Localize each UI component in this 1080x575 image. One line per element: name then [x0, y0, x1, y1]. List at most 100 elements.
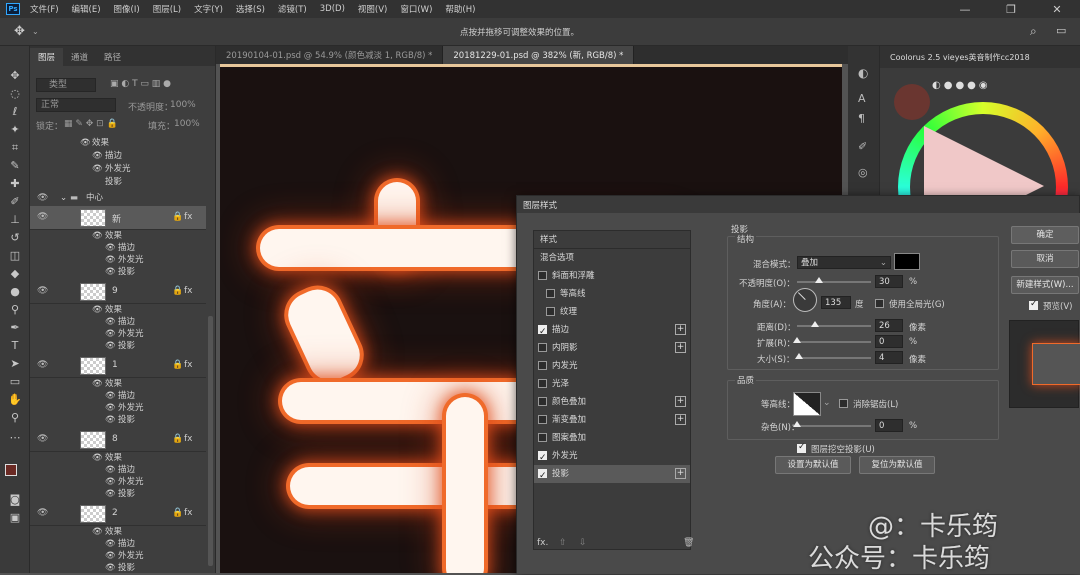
distance-input[interactable]: 26 — [875, 319, 903, 332]
distance-slider[interactable] — [797, 321, 871, 327]
style-contour[interactable]: 等高线 — [534, 285, 690, 303]
blur-tool-icon[interactable]: ● — [7, 284, 23, 300]
lock-icons[interactable]: ▦ ✎ ✥ ⊡ 🔒 — [64, 119, 118, 129]
angle-input[interactable]: 135 — [821, 296, 851, 309]
opacity-value[interactable]: 100% — [170, 100, 196, 110]
menu-filter[interactable]: 滤镜(T) — [278, 3, 307, 15]
tab-layers[interactable]: 图层 — [30, 48, 64, 66]
dodge-tool-icon[interactable]: ⚲ — [7, 302, 23, 318]
checkbox[interactable] — [538, 415, 547, 424]
path-select-icon[interactable]: ➤ — [7, 356, 23, 372]
style-bevel-emboss[interactable]: 斜面和浮雕 — [534, 267, 690, 285]
menu-type[interactable]: 文字(Y) — [194, 3, 223, 15]
tab-paths[interactable]: 路径 — [96, 48, 129, 66]
style-satin[interactable]: 光泽 — [534, 375, 690, 393]
blend-options-item[interactable]: 混合选项 — [534, 249, 690, 267]
screen-mode-icon[interactable]: ▣ — [7, 510, 23, 526]
add-icon[interactable]: + — [675, 342, 686, 353]
style-pattern-overlay[interactable]: 图案叠加 — [534, 429, 690, 447]
fx-badge[interactable]: fx — [184, 508, 193, 518]
slider-knob[interactable] — [793, 421, 801, 427]
menu-file[interactable]: 文件(F) — [30, 3, 59, 15]
style-stroke[interactable]: 描边+ — [534, 321, 690, 341]
ok-button[interactable]: 确定 — [1011, 226, 1079, 244]
checkbox[interactable] — [538, 343, 547, 352]
current-color-swatch[interactable] — [894, 84, 930, 120]
style-inner-shadow[interactable]: 内阴影 + — [534, 339, 690, 357]
preview-checkbox[interactable] — [1029, 299, 1038, 310]
restore-button[interactable]: ❐ — [988, 3, 1034, 16]
blend-mode-select[interactable]: 叠加 ⌄ — [797, 256, 891, 269]
noise-slider[interactable] — [793, 421, 871, 427]
eyedropper-icon[interactable]: ✎ — [7, 158, 23, 174]
eye-icon[interactable]: 👁 — [92, 150, 103, 163]
swatch-presets[interactable]: ◐●●●◉ — [932, 80, 1042, 94]
more-tools-icon[interactable]: ⋯ — [7, 430, 23, 446]
move-up-icon[interactable]: ⇧ — [559, 538, 567, 548]
blend-mode-select[interactable]: 正常 — [36, 98, 116, 112]
fx-badge[interactable]: fx — [184, 212, 193, 222]
color-panel-icon[interactable]: ◐ — [858, 66, 868, 80]
checkbox[interactable] — [538, 361, 547, 370]
reset-default-button[interactable]: 复位为默认值 — [859, 456, 935, 474]
paint-bucket-icon[interactable]: ◆ — [7, 266, 23, 282]
crop-tool-icon[interactable]: ⌗ — [7, 140, 23, 156]
eye-icon[interactable]: 👁 — [92, 163, 103, 176]
set-default-button[interactable]: 设置为默认值 — [775, 456, 851, 474]
style-inner-glow[interactable]: 内发光 — [534, 357, 690, 375]
eye-icon[interactable]: 👁 — [105, 266, 116, 279]
chevron-down-icon[interactable]: ⌄ — [823, 398, 831, 408]
style-outer-glow[interactable]: 外发光 — [534, 447, 690, 467]
eye-icon[interactable]: 👁 — [37, 192, 49, 205]
contour-picker[interactable] — [793, 392, 821, 416]
document-tab-active[interactable]: 20181229-01.psd @ 382% (新, RGB/8) * — [443, 46, 635, 64]
menu-edit[interactable]: 编辑(E) — [72, 3, 101, 15]
eye-icon[interactable]: 👁 — [105, 340, 116, 353]
new-style-button[interactable]: 新建样式(W)... — [1011, 276, 1079, 294]
adjust-panel-icon[interactable]: ◎ — [858, 166, 868, 179]
history-brush-icon[interactable]: ↺ — [7, 230, 23, 246]
eraser-icon[interactable]: ◫ — [7, 248, 23, 264]
fill-value[interactable]: 100% — [174, 119, 200, 129]
clone-stamp-icon[interactable]: ⊥ — [7, 212, 23, 228]
workspace-icon[interactable]: ▭ — [1056, 24, 1066, 37]
menu-view[interactable]: 视图(V) — [358, 3, 387, 15]
eye-icon[interactable]: 👁 — [37, 286, 49, 296]
style-drop-shadow[interactable]: 投影+ — [534, 465, 690, 485]
checkbox[interactable] — [546, 307, 555, 316]
tab-channels[interactable]: 通道 — [63, 48, 96, 66]
eye-icon[interactable]: 👁 — [37, 360, 49, 370]
layer-row[interactable]: 👁 新 🔒 fx — [30, 206, 206, 230]
type-tool-icon[interactable]: T — [7, 338, 23, 354]
checkbox[interactable] — [546, 289, 555, 298]
add-icon[interactable]: + — [675, 396, 686, 407]
checkbox[interactable] — [538, 271, 547, 280]
menu-image[interactable]: 图像(I) — [114, 3, 140, 15]
fx-badge[interactable]: fx — [184, 434, 193, 444]
slider-knob[interactable] — [811, 321, 819, 327]
eye-icon[interactable]: 👁 — [105, 488, 116, 501]
layer-row[interactable]: 👁 8 🔒 fx — [30, 428, 206, 452]
lasso-tool-icon[interactable]: ℓ — [7, 104, 23, 120]
noise-input[interactable]: 0 — [875, 419, 903, 432]
quick-mask-icon[interactable]: ◙ — [7, 492, 23, 508]
document-tab[interactable]: 20190104-01.psd @ 54.9% (颜色减淡 1, RGB/8) … — [216, 46, 444, 64]
paragraph-panel-icon[interactable]: ¶ — [858, 112, 865, 125]
fx-badge[interactable]: fx — [184, 286, 193, 296]
opacity-slider[interactable] — [797, 277, 871, 283]
zoom-tool-icon[interactable]: ⚲ — [7, 410, 23, 426]
eye-icon[interactable]: 👁 — [37, 434, 49, 444]
eye-icon[interactable]: 👁 — [37, 212, 49, 222]
checkbox[interactable] — [538, 467, 547, 485]
foreground-color-swatch[interactable] — [5, 464, 17, 476]
healing-brush-icon[interactable]: ✚ — [7, 176, 23, 192]
eye-icon[interactable]: 👁 — [37, 508, 49, 518]
rectangle-tool-icon[interactable]: ▭ — [7, 374, 23, 390]
spread-slider[interactable] — [793, 337, 871, 343]
opacity-input[interactable]: 30 — [875, 275, 903, 288]
layer-filter-select[interactable]: 类型 — [36, 78, 96, 92]
checkbox[interactable] — [538, 433, 547, 442]
style-texture[interactable]: 纹理 — [534, 303, 690, 321]
menu-layer[interactable]: 图层(L) — [153, 3, 181, 15]
move-icon[interactable]: ✥ — [14, 24, 25, 39]
